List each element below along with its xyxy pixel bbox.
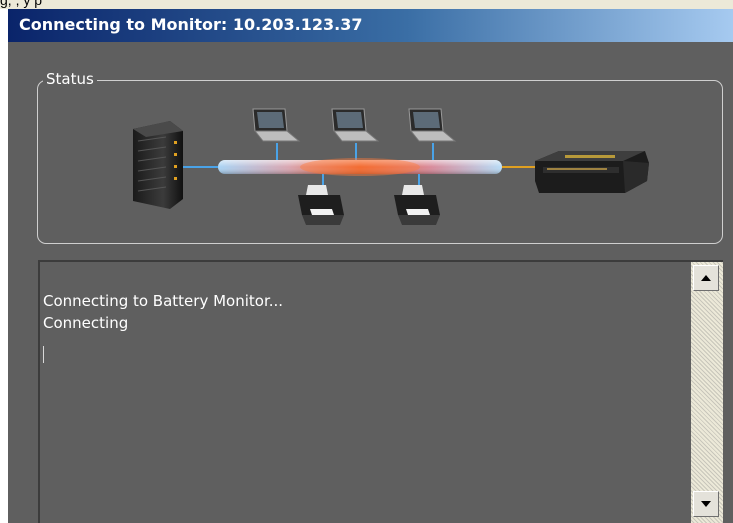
network-cable (218, 158, 502, 176)
scroll-up-button[interactable] (693, 265, 719, 291)
background-window-text: g, , y p (0, 0, 43, 8)
window-title: Connecting to Monitor: 10.203.123.37 (19, 15, 363, 34)
network-status-diagram (133, 108, 649, 225)
log-line: Connecting to Battery Monitor... (43, 292, 284, 310)
laptop-icon (331, 108, 380, 142)
scroll-down-arrow-icon (701, 501, 711, 507)
scroll-up-arrow-icon (701, 275, 711, 281)
server-rack-icon (133, 121, 183, 209)
laptop-icon (252, 108, 301, 142)
connection-log[interactable]: Connecting to Battery Monitor... Connect… (38, 260, 723, 523)
background-window-strip: g, , y p (0, 0, 733, 9)
log-lines: Connecting to Battery Monitor... Connect… (43, 290, 683, 334)
text-caret (43, 346, 44, 363)
battery-monitor-device-icon (535, 151, 649, 193)
title-bar[interactable]: Connecting to Monitor: 10.203.123.37 (8, 9, 733, 42)
log-line: Connecting (43, 314, 129, 332)
connection-window: Connecting to Monitor: 10.203.123.37 Sta… (8, 9, 733, 523)
laptop-icon (408, 108, 457, 142)
printer-icon (298, 185, 344, 225)
scroll-down-button[interactable] (693, 491, 719, 517)
vertical-scrollbar[interactable] (691, 262, 723, 523)
printer-icon (394, 185, 440, 225)
